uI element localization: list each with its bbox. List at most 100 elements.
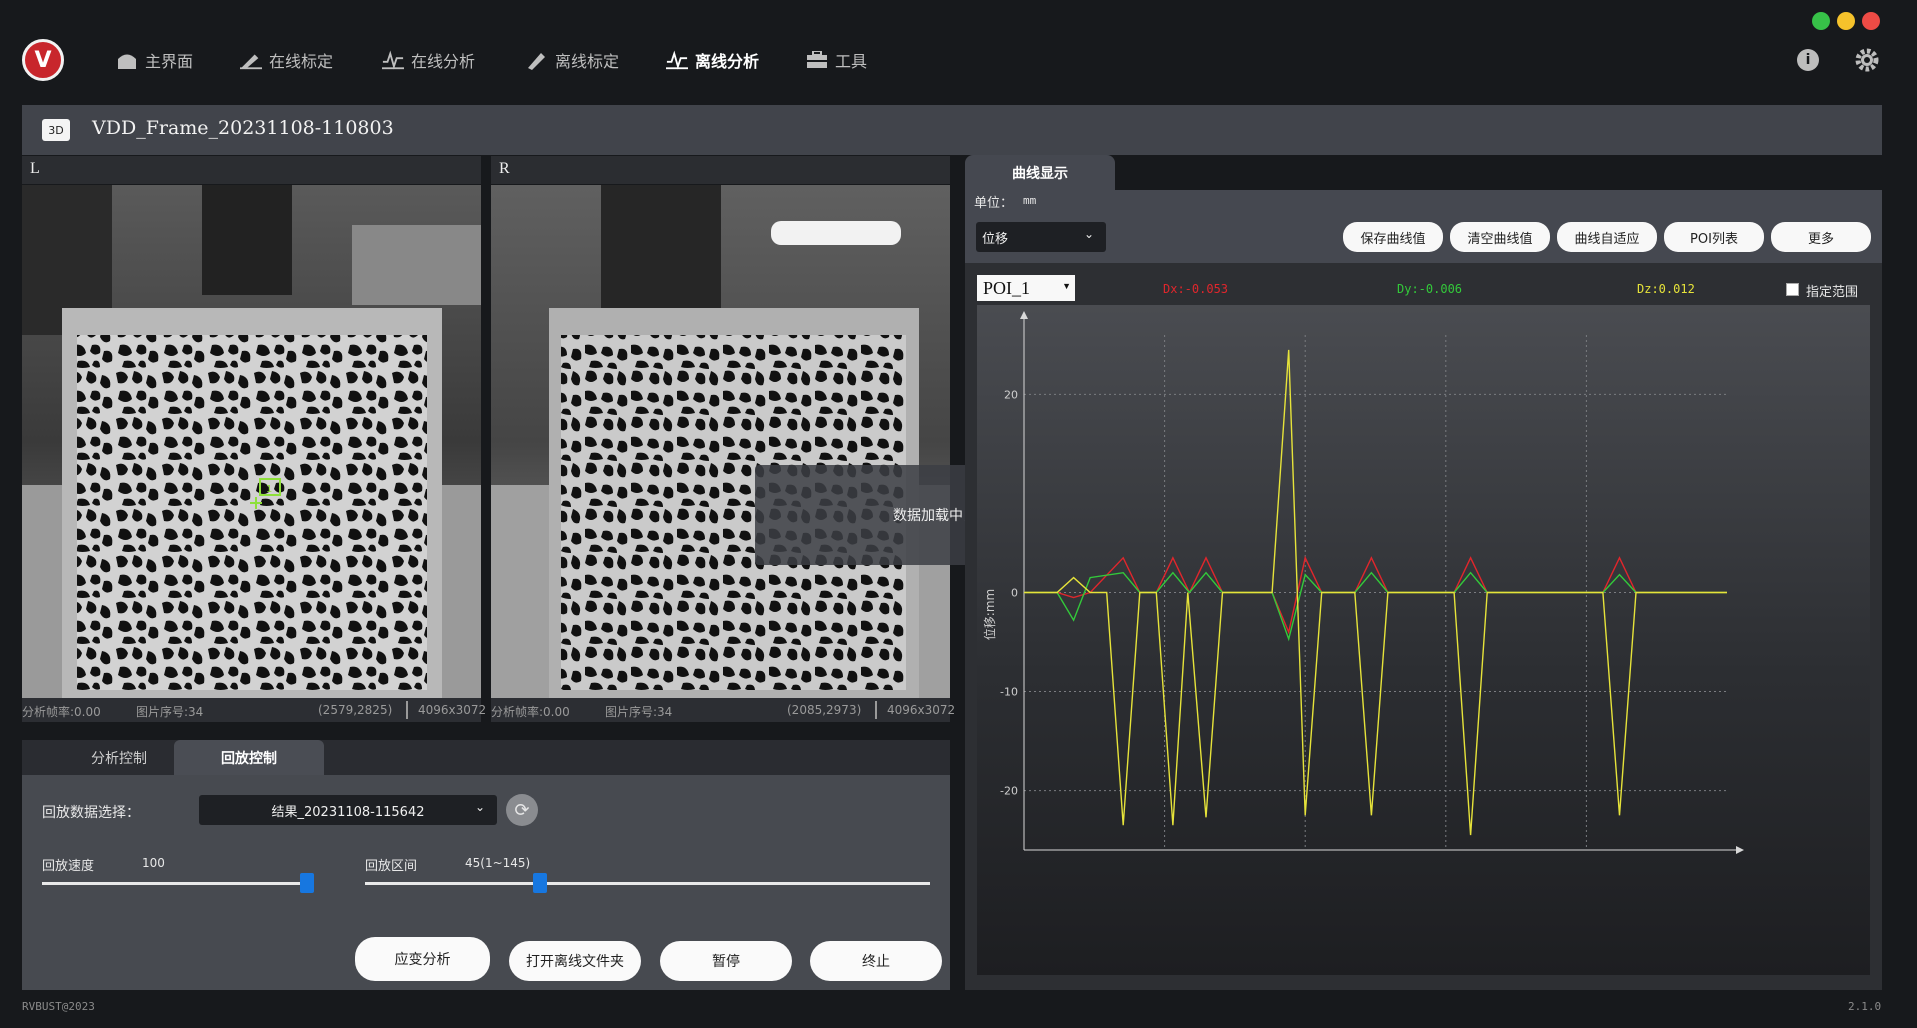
playback-data-select[interactable]: 结果_20231108-115642 ⌄ bbox=[199, 795, 497, 825]
tab-label: 分析控制 bbox=[91, 750, 147, 767]
button-label: 曲线自适应 bbox=[1574, 231, 1640, 247]
frame-title-bar: 3D VDD_Frame_20231108-110803 bbox=[22, 105, 1882, 155]
button-label: 终止 bbox=[862, 954, 890, 970]
range-checkbox-label: 指定范围 bbox=[1806, 285, 1859, 300]
speed-value: 100 bbox=[142, 856, 165, 870]
control-tabs: 分析控制 回放控制 bbox=[22, 740, 950, 775]
caret-down-icon: ▼ bbox=[1062, 281, 1071, 291]
poi-select[interactable]: POI_1 ▼ bbox=[977, 275, 1075, 301]
curve-type-select[interactable]: 位移 ⌄ bbox=[976, 222, 1106, 252]
unit-label: 单位： bbox=[974, 196, 1014, 211]
dy-readout: Dy:-0.006 bbox=[1397, 282, 1463, 296]
auto-fit-curve-button[interactable]: 曲线自适应 bbox=[1557, 222, 1657, 252]
tab-curve-display[interactable]: 曲线显示 bbox=[965, 155, 1115, 190]
minimize-button[interactable] bbox=[1837, 12, 1855, 30]
unit-value: mm bbox=[1023, 194, 1037, 207]
plot-background bbox=[977, 305, 1870, 975]
home-icon bbox=[116, 49, 138, 71]
y-tick-label: -20 bbox=[1000, 785, 1018, 798]
playback-select-label: 回放数据选择： bbox=[42, 805, 140, 821]
range-slider-thumb[interactable] bbox=[533, 873, 548, 893]
button-label: POI列表 bbox=[1690, 231, 1738, 247]
nav-item-online-calibration[interactable]: 在线标定 bbox=[240, 46, 333, 74]
poi-list-button[interactable]: POI列表 bbox=[1664, 222, 1764, 252]
range-label: 回放区间 bbox=[365, 859, 418, 874]
chevron-down-icon: ⌄ bbox=[474, 800, 485, 814]
app-logo: V bbox=[22, 39, 64, 81]
dx-readout: Dx:-0.053 bbox=[1163, 282, 1229, 296]
range-checkbox[interactable] bbox=[1786, 283, 1799, 296]
button-label: 清空曲线值 bbox=[1467, 231, 1533, 247]
nav-label: 在线分析 bbox=[411, 52, 476, 71]
more-button[interactable]: 更多 bbox=[1771, 222, 1871, 252]
left-camera-label: L bbox=[30, 160, 40, 177]
nav-item-tools[interactable]: 工具 bbox=[806, 46, 867, 74]
button-label: 应变分析 bbox=[394, 952, 451, 968]
right-camera-header: R bbox=[491, 156, 950, 184]
toolbox-icon bbox=[806, 49, 828, 71]
save-curve-button[interactable]: 保存曲线值 bbox=[1343, 222, 1443, 252]
button-label: 打开离线文件夹 bbox=[526, 954, 624, 970]
button-label: 更多 bbox=[1807, 231, 1834, 247]
cursor-coord-text: (2579,2825) bbox=[318, 703, 393, 717]
open-offline-folder-button[interactable]: 打开离线文件夹 bbox=[509, 941, 641, 981]
speed-label: 回放速度 bbox=[42, 859, 95, 874]
cursor-coord-text: (2085,2973) bbox=[787, 703, 862, 717]
select-value: 位移 bbox=[982, 231, 1009, 247]
dz-readout: Dz:0.012 bbox=[1637, 282, 1695, 296]
curve-toolbar: 单位： mm 位移 ⌄ 保存曲线值 清空曲线值 曲线自适应 POI列表 更多 bbox=[965, 190, 1882, 263]
nav-item-online-analysis[interactable]: 在线分析 bbox=[382, 46, 475, 74]
info-icon[interactable]: i bbox=[1797, 49, 1819, 71]
nav-label: 离线标定 bbox=[555, 52, 620, 71]
button-label: 暂停 bbox=[712, 954, 740, 970]
close-button[interactable] bbox=[1862, 12, 1880, 30]
fps-text: 分析帧率:0.00 bbox=[491, 705, 570, 719]
right-camera-status: 分析帧率:0.00 图片序号:34 (2085,2973) 4096x3072 bbox=[491, 698, 955, 722]
select-value: POI_1 bbox=[983, 277, 1031, 298]
fps-text: 分析帧率:0.00 bbox=[22, 705, 101, 719]
tab-analysis-control[interactable]: 分析控制 bbox=[44, 740, 194, 775]
speed-slider-thumb[interactable] bbox=[299, 873, 314, 893]
range-value: 45(1~145) bbox=[465, 856, 531, 870]
curve-area: POI_1 ▼ Dx:-0.053 Dy:-0.006 Dz:0.012 指定范… bbox=[965, 263, 1882, 990]
button-label: 保存曲线值 bbox=[1360, 231, 1426, 247]
left-camera-header: L bbox=[22, 156, 481, 184]
calibrate-icon bbox=[240, 49, 262, 71]
range-slider-track[interactable] bbox=[365, 882, 930, 885]
clear-curve-button[interactable]: 清空曲线值 bbox=[1450, 222, 1550, 252]
frame-index-text: 图片序号:34 bbox=[605, 705, 673, 719]
tab-label: 曲线显示 bbox=[1012, 165, 1068, 182]
y-tick-label: 20 bbox=[1004, 388, 1018, 401]
svg-text:1: 1 bbox=[266, 484, 272, 495]
resolution-text: 4096x3072 bbox=[418, 703, 487, 717]
refresh-icon[interactable]: ⟳ bbox=[506, 794, 538, 826]
nav-item-offline-calibration[interactable]: 离线标定 bbox=[526, 46, 619, 74]
nav-label: 离线分析 bbox=[695, 52, 760, 71]
nav-item-offline-analysis[interactable]: 离线分析 bbox=[666, 46, 759, 74]
nav-item-home[interactable]: 主界面 bbox=[116, 46, 193, 74]
resolution-text: 4096x3072 bbox=[887, 703, 956, 717]
right-camera-image[interactable] bbox=[491, 185, 950, 698]
copyright-text: RVBUST@2023 bbox=[22, 1000, 95, 1013]
nav-label: 工具 bbox=[835, 52, 868, 71]
view-3d-button[interactable]: 3D bbox=[42, 119, 70, 141]
speed-slider-track[interactable] bbox=[42, 882, 312, 885]
version-text: 2.1.0 bbox=[1848, 1000, 1882, 1013]
maximize-button[interactable] bbox=[1812, 12, 1830, 30]
nav-label: 主界面 bbox=[145, 52, 194, 71]
left-camera-status: 分析帧率:0.00 图片序号:34 (2579,2825) 4096x3072 bbox=[22, 698, 486, 722]
y-tick-label: -10 bbox=[1000, 686, 1018, 699]
top-bar: V 主界面 在线标定 在线分析 离线标定 离线分析 工具 i bbox=[0, 0, 1917, 100]
gear-icon[interactable] bbox=[1855, 48, 1879, 76]
stop-button[interactable]: 终止 bbox=[810, 941, 942, 981]
strain-analysis-button[interactable]: 应变分析 bbox=[355, 937, 490, 981]
displacement-chart[interactable]: 20 0 -10 -20 位移:mm bbox=[977, 305, 1870, 975]
chevron-down-icon: ⌄ bbox=[1083, 227, 1094, 241]
left-camera-image[interactable]: 1 bbox=[22, 185, 481, 698]
pause-button[interactable]: 暂停 bbox=[660, 941, 792, 981]
frame-index-text: 图片序号:34 bbox=[136, 705, 204, 719]
tab-playback-control[interactable]: 回放控制 bbox=[174, 740, 324, 775]
frame-name: VDD_Frame_20231108-110803 bbox=[92, 117, 394, 139]
y-tick-label: 0 bbox=[1011, 587, 1018, 600]
wave-icon bbox=[666, 49, 688, 71]
